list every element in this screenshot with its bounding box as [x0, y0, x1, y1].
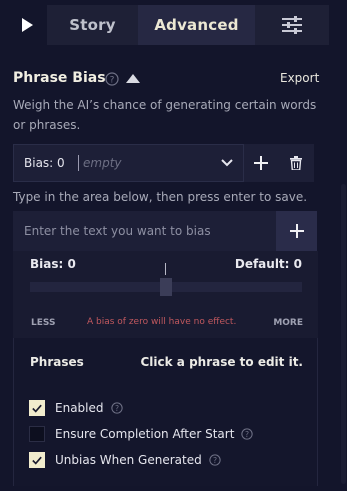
- tab-advanced[interactable]: Advanced: [138, 5, 255, 45]
- bias-select-empty: empty: [83, 156, 122, 170]
- help-icon[interactable]: ?: [105, 72, 119, 86]
- svg-text:?: ?: [110, 76, 115, 86]
- play-icon: [22, 18, 33, 32]
- help-icon[interactable]: ?: [241, 428, 254, 440]
- option-enabled[interactable]: Enabled ?: [29, 400, 123, 416]
- chevron-down-icon: [221, 159, 233, 167]
- unbias-checkbox[interactable]: [29, 452, 45, 468]
- enabled-label: Enabled: [55, 401, 104, 415]
- tab-settings[interactable]: [255, 5, 329, 45]
- text-cursor: [78, 155, 79, 171]
- plus-icon: [289, 224, 304, 238]
- slider-less-label: LESS: [31, 318, 56, 328]
- export-link[interactable]: Export: [280, 71, 319, 85]
- bias-value-label: Bias: 0: [30, 257, 76, 271]
- bias-value: 0: [67, 257, 76, 271]
- option-ensure-completion[interactable]: Ensure Completion After Start ?: [29, 426, 254, 442]
- plus-icon: [254, 156, 268, 170]
- slider-center-tick: [165, 263, 166, 275]
- zero-bias-warning: A bias of zero will have no effect.: [87, 317, 237, 327]
- ensure-completion-checkbox[interactable]: [29, 426, 45, 442]
- svg-text:?: ?: [213, 456, 217, 465]
- section-title: Phrase Bias: [13, 70, 106, 86]
- unbias-label: Unbias When Generated: [55, 453, 202, 467]
- bias-select-label: Bias: 0: [24, 156, 65, 170]
- option-unbias-when-generated[interactable]: Unbias When Generated ?: [29, 452, 221, 468]
- input-hint: Type in the area below, then press enter…: [13, 190, 308, 204]
- section-description: Weigh the AI’s chance of generating cert…: [13, 98, 317, 132]
- bias-slider-thumb[interactable]: [160, 278, 172, 296]
- sliders-icon: [282, 16, 302, 34]
- tab-bar: Story Advanced: [0, 0, 347, 50]
- checkmark-icon: [32, 456, 42, 465]
- ensure-completion-label: Ensure Completion After Start: [55, 427, 235, 441]
- enabled-checkbox[interactable]: [29, 400, 45, 416]
- phrases-heading: Phrases: [30, 355, 84, 369]
- scrollbar[interactable]: [341, 184, 346, 484]
- tab-advanced-label: Advanced: [154, 16, 239, 34]
- tab-story[interactable]: Story: [47, 5, 138, 45]
- default-value-label: Default: 0: [234, 257, 302, 271]
- slider-more-label: MORE: [273, 318, 303, 328]
- add-phrase-button[interactable]: [276, 211, 317, 251]
- bias-input-container: [13, 211, 276, 251]
- help-icon[interactable]: ?: [110, 402, 123, 414]
- collapse-button[interactable]: [7, 5, 47, 45]
- bias-slider-panel: Bias: 0 Default: 0 LESS A bias of zero w…: [13, 251, 318, 338]
- svg-text:?: ?: [114, 404, 118, 413]
- trash-icon: [290, 156, 302, 170]
- collapse-caret-icon[interactable]: [126, 73, 140, 83]
- bias-text-input[interactable]: [13, 211, 276, 251]
- phrases-panel: Phrases Click a phrase to edit it. Enabl…: [13, 338, 318, 486]
- help-icon[interactable]: ?: [209, 454, 221, 466]
- svg-text:?: ?: [245, 430, 249, 439]
- tab-story-label: Story: [69, 16, 116, 34]
- delete-bias-group-button[interactable]: [278, 144, 314, 182]
- phrases-hint: Click a phrase to edit it.: [140, 355, 303, 369]
- bias-label-text: Bias:: [30, 257, 64, 271]
- add-bias-group-button[interactable]: [244, 144, 278, 182]
- bias-select[interactable]: Bias: 0 empty: [13, 144, 244, 182]
- checkmark-icon: [32, 404, 42, 413]
